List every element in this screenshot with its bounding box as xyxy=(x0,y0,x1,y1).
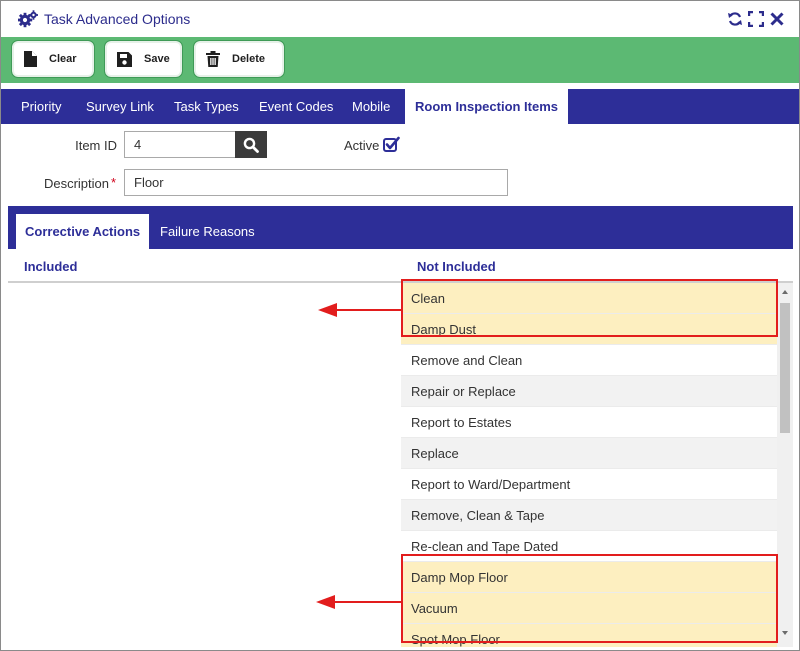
file-icon xyxy=(24,51,37,67)
list-item[interactable]: Clean xyxy=(401,283,777,314)
list-item[interactable]: Re-clean and Tape Dated xyxy=(401,531,777,562)
trash-icon xyxy=(206,51,220,67)
search-icon xyxy=(243,137,259,153)
item-id-label: Item ID xyxy=(75,138,117,153)
description-label: Description xyxy=(43,176,109,191)
list-scrollbar[interactable] xyxy=(777,283,793,647)
refresh-icon[interactable] xyxy=(727,11,743,27)
description-field[interactable] xyxy=(124,169,508,196)
clear-button[interactable]: Clear xyxy=(11,40,95,78)
not-included-list[interactable]: Clean Damp Dust Remove and Clean Repair or … xyxy=(401,283,777,647)
list-item[interactable]: Replace xyxy=(401,438,777,469)
delete-button-label: Delete xyxy=(232,53,266,65)
scroll-thumb[interactable] xyxy=(780,303,790,433)
included-header: Included xyxy=(24,259,78,274)
sub-tab-bar: Corrective Actions Failure Reasons xyxy=(8,206,793,249)
tab-event-codes[interactable]: Event Codes xyxy=(259,89,333,124)
list-item[interactable]: Repair or Replace xyxy=(401,376,777,407)
active-checkbox[interactable] xyxy=(383,136,400,153)
list-item[interactable]: Report to Estates xyxy=(401,407,777,438)
item-search-button[interactable] xyxy=(235,131,267,158)
required-marker: * xyxy=(111,175,117,190)
scroll-up-arrow-icon[interactable] xyxy=(777,287,793,297)
list-item[interactable]: Vacuum xyxy=(401,593,777,624)
subtab-failure-reasons[interactable]: Failure Reasons xyxy=(160,214,255,249)
active-label: Active xyxy=(344,138,380,153)
gears-icon xyxy=(18,10,38,28)
main-tab-bar: Priority Survey Link Task Types Event Co… xyxy=(1,89,799,124)
list-item[interactable]: Remove, Clean & Tape xyxy=(401,500,777,531)
title-actions xyxy=(727,10,785,28)
included-list[interactable] xyxy=(8,283,401,647)
title-bar: Task Advanced Options xyxy=(1,1,799,37)
save-button[interactable]: Save xyxy=(104,40,183,78)
subtab-corrective-actions[interactable]: Corrective Actions xyxy=(16,214,150,249)
item-id-field[interactable] xyxy=(124,131,236,158)
list-item[interactable]: Spot Mop Floor xyxy=(401,624,777,647)
tab-priority[interactable]: Priority xyxy=(21,89,61,124)
not-included-header: Not Included xyxy=(417,259,496,274)
tab-task-types[interactable]: Task Types xyxy=(174,89,239,124)
clear-button-label: Clear xyxy=(49,53,77,65)
close-icon[interactable] xyxy=(769,11,785,27)
save-button-label: Save xyxy=(144,53,170,65)
tab-mobile[interactable]: Mobile xyxy=(352,89,390,124)
tab-survey-link[interactable]: Survey Link xyxy=(86,89,154,124)
task-advanced-options-window: Task Advanced Options Clear Save Delete … xyxy=(0,0,800,651)
list-item[interactable]: Damp Dust xyxy=(401,314,777,345)
list-item[interactable]: Damp Mop Floor xyxy=(401,562,777,593)
action-toolbar: Clear Save Delete xyxy=(1,37,799,83)
list-item[interactable]: Report to Ward/Department xyxy=(401,469,777,500)
list-item[interactable]: Remove and Clean xyxy=(401,345,777,376)
window-title: Task Advanced Options xyxy=(44,11,191,27)
expand-icon[interactable] xyxy=(747,10,765,28)
scroll-down-arrow-icon[interactable] xyxy=(777,628,793,638)
delete-button[interactable]: Delete xyxy=(193,40,285,78)
tab-room-inspection-items[interactable]: Room Inspection Items xyxy=(405,89,569,124)
save-icon xyxy=(117,51,132,67)
